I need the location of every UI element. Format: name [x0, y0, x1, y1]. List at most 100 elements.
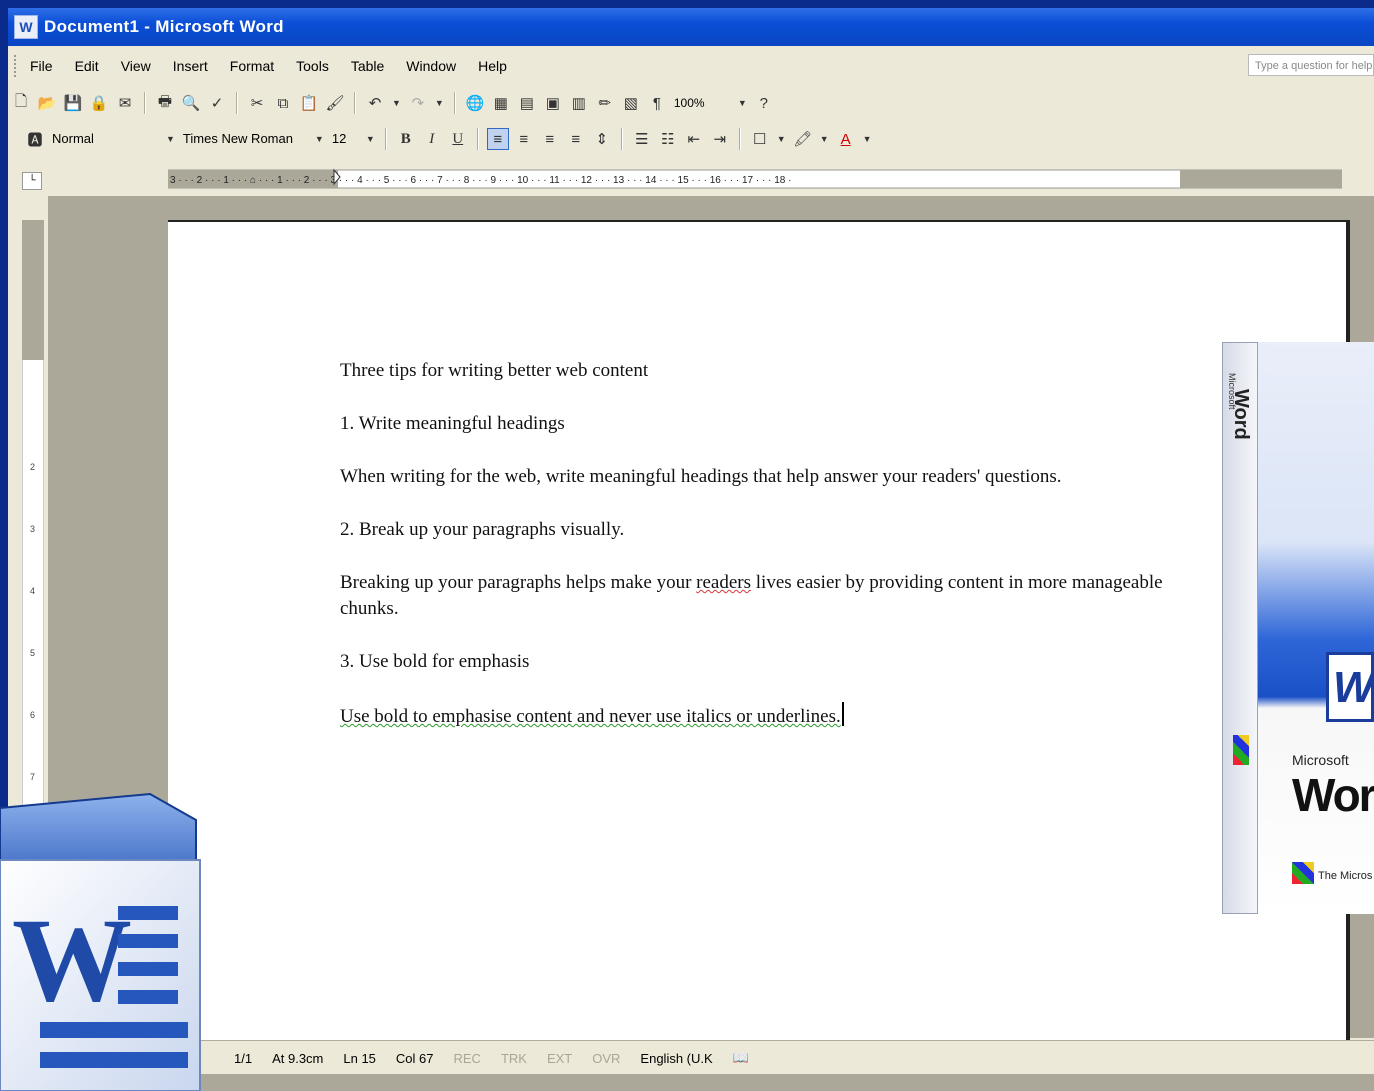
toolbar-separator [236, 92, 238, 114]
align-left-icon[interactable]: ≡ [486, 128, 509, 150]
status-ext[interactable]: EXT [547, 1051, 572, 1066]
menu-view[interactable]: View [121, 58, 151, 74]
drawing-icon[interactable]: ✏ [594, 92, 616, 114]
title-bar: W Document1 - Microsoft Word [8, 8, 1374, 46]
email-icon[interactable]: ✉ [114, 92, 136, 114]
menu-tools[interactable]: Tools [296, 58, 329, 74]
permission-icon[interactable]: 🔒 [88, 92, 110, 114]
document-body[interactable]: Three tips for writing better web conten… [340, 358, 1190, 757]
font-color-icon[interactable]: A [835, 128, 857, 150]
status-at: At 9.3cm [272, 1050, 324, 1066]
help-icon[interactable]: ? [753, 92, 775, 114]
menu-help[interactable]: Help [478, 58, 507, 74]
justify-icon[interactable]: ≡ [565, 128, 587, 150]
hyperlink-icon[interactable]: 🌐 [464, 92, 486, 114]
menu-window[interactable]: Window [406, 58, 456, 74]
toolbar-separator [354, 92, 356, 114]
redo-icon[interactable]: ↷ [407, 92, 429, 114]
tab-selector-icon[interactable]: └ [22, 172, 42, 190]
word-logo-icon: W [1326, 652, 1374, 722]
status-ovr[interactable]: OVR [592, 1051, 620, 1066]
insert-table-icon[interactable]: ▤ [516, 92, 538, 114]
font-size-box[interactable]: 12 [328, 128, 362, 150]
box-word-text: Wor [1292, 769, 1374, 821]
undo-icon[interactable]: ↶ [364, 92, 386, 114]
spelling-status-icon[interactable]: 📖 [733, 1050, 749, 1066]
formatting-toolbar: 🅰 Normal ▼ Times New Roman ▼ 12 ▼ B I U … [8, 122, 1374, 156]
doc-heading: Three tips for writing better web conten… [340, 360, 649, 381]
status-line: Ln 15 [343, 1050, 376, 1066]
undo-dropdown-icon[interactable]: ▼ [392, 98, 401, 108]
style-box[interactable]: Normal [48, 128, 162, 150]
show-hide-icon[interactable]: ¶ [646, 92, 668, 114]
border-icon[interactable]: ☐ [749, 128, 771, 150]
print-preview-icon[interactable]: 🔍 [180, 92, 202, 114]
menu-insert[interactable]: Insert [173, 58, 208, 74]
menu-grip[interactable] [14, 55, 20, 77]
paste-icon[interactable]: 📋 [298, 92, 320, 114]
align-right-icon[interactable]: ≡ [539, 128, 561, 150]
insert-excel-icon[interactable]: ▣ [542, 92, 564, 114]
svg-text:5: 5 [30, 648, 35, 658]
highlight-dropdown-icon[interactable]: ▼ [820, 134, 829, 144]
menu-edit[interactable]: Edit [75, 58, 99, 74]
doc-paragraph-2: Breaking up your paragraphs helps make y… [340, 570, 1190, 622]
status-trk[interactable]: TRK [501, 1051, 527, 1066]
save-icon[interactable]: 💾 [62, 92, 84, 114]
grammar-flagged-text[interactable]: Use bold to emphasise content and never … [340, 706, 841, 727]
redo-dropdown-icon[interactable]: ▼ [435, 98, 444, 108]
styles-icon[interactable]: 🅰 [24, 128, 46, 150]
status-rec[interactable]: REC [454, 1051, 481, 1066]
spelling-icon[interactable]: ✓ [206, 92, 228, 114]
word-app-icon[interactable]: W [14, 15, 38, 39]
status-language[interactable]: English (U.K [640, 1051, 712, 1066]
horizontal-ruler[interactable]: 3 · · · 2 · · · 1 · · · ⌂ · · · 1 · · · … [168, 166, 1342, 192]
format-painter-icon[interactable]: 🖌 [324, 92, 346, 114]
toolbar-grip[interactable] [14, 128, 18, 150]
align-center-icon[interactable]: ≡ [513, 128, 535, 150]
help-question-box[interactable]: Type a question for help [1248, 54, 1374, 76]
new-document-icon[interactable]: 🗋 [10, 92, 32, 114]
font-box[interactable]: Times New Roman [179, 128, 311, 150]
zoom-box[interactable]: 100% [670, 92, 734, 114]
border-dropdown-icon[interactable]: ▼ [777, 134, 786, 144]
window-title: Document1 - Microsoft Word [44, 17, 284, 36]
spelling-error[interactable]: readers [696, 572, 751, 593]
style-dropdown-icon[interactable]: ▼ [166, 134, 175, 144]
print-icon[interactable]: 🖶 [154, 92, 176, 114]
doc-tip-2: 2. Break up your paragraphs visually. [340, 519, 625, 540]
svg-text:7: 7 [30, 772, 35, 782]
menu-file[interactable]: File [30, 58, 53, 74]
toolbar-separator [144, 92, 146, 114]
open-icon[interactable]: 📂 [36, 92, 58, 114]
bullets-icon[interactable]: ☷ [657, 128, 679, 150]
menu-format[interactable]: Format [230, 58, 274, 74]
zoom-dropdown-icon[interactable]: ▼ [738, 98, 747, 108]
toolbar-separator [620, 128, 623, 150]
columns-icon[interactable]: ▥ [568, 92, 590, 114]
document-map-icon[interactable]: ▧ [620, 92, 642, 114]
highlight-icon[interactable]: 🖍 [792, 128, 814, 150]
decrease-indent-icon[interactable]: ⇤ [683, 128, 705, 150]
svg-text:2: 2 [30, 462, 35, 472]
font-dropdown-icon[interactable]: ▼ [315, 134, 324, 144]
font-color-dropdown-icon[interactable]: ▼ [863, 134, 872, 144]
product-box-side: Microsoft Word [1222, 342, 1258, 914]
cut-icon[interactable]: ✂ [246, 92, 268, 114]
toolbar-separator [476, 128, 479, 150]
bold-icon[interactable]: B [395, 128, 417, 150]
italic-icon[interactable]: I [421, 128, 443, 150]
svg-text:4: 4 [30, 586, 35, 596]
copy-icon[interactable]: ⧉ [272, 92, 294, 114]
line-spacing-icon[interactable]: ⇕ [591, 128, 613, 150]
increase-indent-icon[interactable]: ⇥ [709, 128, 731, 150]
tables-borders-icon[interactable]: ▦ [490, 92, 512, 114]
word-2007-icon: W [0, 792, 201, 1091]
word-icon-letter: W [12, 893, 132, 1026]
numbering-icon[interactable]: ☰ [631, 128, 653, 150]
underline-icon[interactable]: U [447, 128, 469, 150]
status-col: Col 67 [395, 1050, 434, 1066]
windows-logo-icon [1292, 862, 1314, 884]
size-dropdown-icon[interactable]: ▼ [366, 134, 375, 144]
menu-table[interactable]: Table [351, 58, 384, 74]
